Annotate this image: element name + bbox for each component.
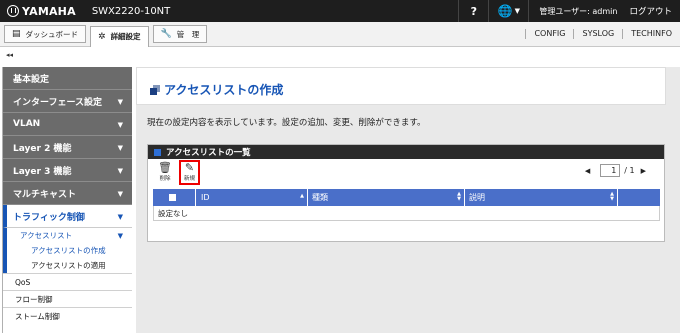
sidebar-item-label: マルチキャスト <box>13 189 77 200</box>
chevron-down-icon: ▼ <box>117 190 123 198</box>
sidebar-item-label: アクセスリスト <box>20 231 73 240</box>
edit-icon: ✎ <box>184 161 195 174</box>
page-number-input[interactable]: 1 <box>600 164 621 177</box>
sidebar-item-basic[interactable]: 基本設定 <box>3 67 132 90</box>
table-header: ID ▲ 種類 ▲ ▼ 説明 ▲ ▼ <box>153 189 660 206</box>
help-button[interactable]: ? <box>458 0 488 22</box>
table-row: 設定なし <box>153 206 660 221</box>
page-total: / 1 <box>624 166 635 175</box>
sidebar-item-traffic-control[interactable]: トラフィック制御 ▼ <box>3 205 132 228</box>
tab-detail-settings[interactable]: ✲ 詳細設定 <box>90 25 149 47</box>
model-name: SWX2220-10NT <box>91 5 171 17</box>
sidebar-leaf-access-list-create[interactable]: アクセスリストの作成 <box>3 243 132 258</box>
sidebar-item-label: インターフェース設定 <box>13 97 103 108</box>
sidebar-item-interface[interactable]: インターフェース設定 ▼ <box>3 90 132 113</box>
sidebar-item-vlan[interactable]: VLAN ▼ <box>3 113 132 136</box>
column-type[interactable]: 種類 ▲ ▼ <box>308 189 465 206</box>
new-label: 新規 <box>184 176 196 182</box>
chevron-down-icon: ▼ <box>117 121 123 129</box>
chevron-down-icon: ▼ <box>117 213 123 221</box>
square-bullet-icon <box>154 148 161 156</box>
sidebar: 基本設定 インターフェース設定 ▼ VLAN ▼ Layer 2 機能 ▼ Layer… <box>2 67 132 333</box>
wrench-icon: 🔧 <box>160 29 172 39</box>
caret-down-icon: ▼ <box>514 7 520 15</box>
sidebar-item-label: アクセスリストの適用 <box>31 261 106 270</box>
tab-manage-label: 管 理 <box>176 29 200 39</box>
access-list-table: ID ▲ 種類 ▲ ▼ 説明 ▲ ▼ 設定なし <box>153 189 660 221</box>
tab-detail-label: 詳細設定 <box>110 32 141 41</box>
sidebar-item-storm-control[interactable]: ストーム制御 <box>3 307 132 324</box>
chevron-down-icon: ▼ <box>117 232 123 240</box>
syslog-link[interactable]: SYSLOG <box>573 29 622 39</box>
delete-button[interactable]: 🗑 削除 <box>158 161 172 183</box>
sidebar-sub-access-list[interactable]: アクセスリスト ▼ <box>3 228 132 243</box>
language-button[interactable]: 🌐 ▼ <box>488 0 528 22</box>
title-panel: アクセスリストの作成 <box>136 67 666 105</box>
sidebar-item-flow-control[interactable]: フロー制御 <box>3 290 132 307</box>
dashboard-icon: ▤ <box>12 29 21 39</box>
column-spacer <box>618 189 660 206</box>
tuning-fork-logo-icon <box>7 5 19 17</box>
sidebar-item-label: トラフィック制御 <box>13 212 85 223</box>
checkbox-icon <box>169 194 176 201</box>
sidebar-item-label: 基本設定 <box>13 74 50 85</box>
access-list-panel: アクセスリストの一覧 🗑 削除 ✎ 新規 ◀ 1 / 1 ▶ ID ▲ 種類 ▲… <box>147 144 665 242</box>
main-content: アクセスリストの作成 現在の設定内容を表示しています。設定の追加、変更、削除がで… <box>136 67 680 333</box>
sidebar-leaf-access-list-apply[interactable]: アクセスリストの適用 <box>3 258 132 273</box>
column-type-label: 種類 <box>312 193 328 202</box>
sidebar-item-layer3[interactable]: Layer 3 機能 ▼ <box>3 159 132 182</box>
yamaha-logo: YAMAHA <box>0 5 76 18</box>
config-link[interactable]: CONFIG <box>525 29 573 39</box>
list-toolbar: 🗑 削除 ✎ 新規 ◀ 1 / 1 ▶ <box>148 159 664 187</box>
tab-dashboard-label: ダッシュボード <box>25 29 79 39</box>
sort-icon: ▲ ▼ <box>457 191 461 202</box>
tab-bar: ▤ ダッシュボード ✲ 詳細設定 🔧 管 理 CONFIG SYSLOG TEC… <box>0 22 680 47</box>
chevron-down-icon: ▼ <box>117 144 123 152</box>
column-id-label: ID <box>201 193 210 202</box>
sidebar-item-multicast[interactable]: マルチキャスト ▼ <box>3 182 132 205</box>
list-title: アクセスリストの一覧 <box>166 148 251 158</box>
column-description[interactable]: 説明 ▲ ▼ <box>465 189 618 206</box>
list-header: アクセスリストの一覧 <box>148 145 664 159</box>
sort-icon: ▲ ▼ <box>610 191 614 202</box>
chevron-down-icon: ▼ <box>117 167 123 175</box>
sidebar-item-label: フロー制御 <box>15 294 53 304</box>
column-description-label: 説明 <box>469 193 485 202</box>
sidebar-item-label: VLAN <box>13 119 41 129</box>
sidebar-item-qos[interactable]: QoS <box>3 273 132 290</box>
globe-icon: 🌐 <box>497 4 513 18</box>
sidebar-item-label: Layer 3 機能 <box>13 166 72 177</box>
page-title-icon <box>150 85 160 95</box>
trash-icon: 🗑 <box>158 161 172 174</box>
tab-manage[interactable]: 🔧 管 理 <box>152 25 208 43</box>
new-button[interactable]: ✎ 新規 <box>179 160 201 185</box>
logout-link[interactable]: ログアウト <box>623 0 680 22</box>
techinfo-link[interactable]: TECHINFO <box>622 29 680 39</box>
user-label: 管理ユーザー: admin <box>528 0 623 22</box>
collapse-sidebar-button[interactable]: ◂◂ <box>0 48 680 62</box>
chevron-down-icon: ▼ <box>117 98 123 106</box>
sidebar-item-label: アクセスリストの作成 <box>31 246 106 255</box>
select-all-checkbox[interactable] <box>153 189 196 206</box>
double-chevron-left-icon: ◂◂ <box>6 51 14 59</box>
sidebar-item-label: Layer 2 機能 <box>13 143 72 154</box>
sidebar-item-layer2[interactable]: Layer 2 機能 ▼ <box>3 136 132 159</box>
top-header: YAMAHA SWX2220-10NT ? 🌐 ▼ 管理ユーザー: admin ロ… <box>0 0 680 22</box>
empty-message: 設定なし <box>158 208 188 218</box>
column-id[interactable]: ID ▲ <box>196 189 308 206</box>
page-title: アクセスリストの作成 <box>164 83 284 97</box>
brand-name: YAMAHA <box>22 4 76 18</box>
sort-asc-icon: ▲ <box>300 193 304 199</box>
sidebar-item-label: QoS <box>15 277 31 287</box>
tab-dashboard[interactable]: ▤ ダッシュボード <box>4 25 87 43</box>
pager: ◀ 1 / 1 ▶ <box>579 164 652 177</box>
page-description: 現在の設定内容を表示しています。設定の追加、変更、削除ができます。 <box>147 118 426 128</box>
prev-page-button[interactable]: ◀ <box>579 167 596 175</box>
gear-icon: ✲ <box>98 31 106 42</box>
sidebar-item-label: ストーム制御 <box>15 311 60 321</box>
next-page-button[interactable]: ▶ <box>635 167 652 175</box>
delete-label: 削除 <box>159 176 171 182</box>
help-icon: ? <box>470 4 478 18</box>
